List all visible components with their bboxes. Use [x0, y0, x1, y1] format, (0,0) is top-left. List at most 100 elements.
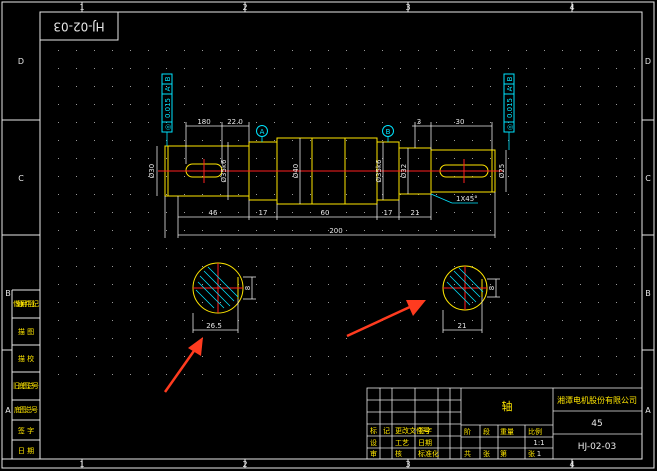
- grid-dot: [274, 158, 275, 159]
- grid-dot: [274, 320, 275, 321]
- grid-dot: [130, 104, 131, 105]
- grid-dot: [76, 140, 77, 141]
- grid-dot: [544, 338, 545, 339]
- grid-dot: [580, 158, 581, 159]
- grid-dot: [382, 86, 383, 87]
- grid-dot: [544, 86, 545, 87]
- svg-text:B: B: [386, 128, 391, 136]
- grid-dot: [166, 212, 167, 213]
- grid-dot: [616, 212, 617, 213]
- svg-text:段: 段: [483, 427, 490, 436]
- grid-dot: [166, 338, 167, 339]
- grid-dot: [544, 122, 545, 123]
- grid-dot: [598, 104, 599, 105]
- grid-dot: [256, 176, 257, 177]
- grid-dot: [526, 194, 527, 195]
- grid-dot: [292, 86, 293, 87]
- grid-dot: [94, 86, 95, 87]
- grid-dot: [382, 284, 383, 285]
- grid-dot: [220, 338, 221, 339]
- strip-label-date: 日 期: [18, 447, 34, 455]
- grid-dot: [220, 284, 221, 285]
- grid-dot: [400, 338, 401, 339]
- dim-dia35-right: Ø35k6: [375, 159, 383, 182]
- grid-dot: [238, 158, 239, 159]
- grid-dot: [418, 320, 419, 321]
- grid-dot: [310, 248, 311, 249]
- grid-dot: [94, 176, 95, 177]
- drawing-canvas[interactable]: HJ-02-03 1 2 3 4 1 2 3 4 D C B A D C B A…: [0, 0, 657, 471]
- grid-dot: [292, 50, 293, 51]
- grid-dot: [400, 122, 401, 123]
- shaft-front-view: [158, 137, 503, 205]
- border-num-bottom-3: 3: [405, 460, 410, 469]
- grid-dot: [400, 248, 401, 249]
- grid-dot: [202, 230, 203, 231]
- grid-dot: [580, 122, 581, 123]
- grid-dot: [130, 194, 131, 195]
- grid-dot: [220, 86, 221, 87]
- grid-dot: [238, 248, 239, 249]
- grid-dot: [148, 248, 149, 249]
- grid-dot: [58, 320, 59, 321]
- grid-dot: [526, 212, 527, 213]
- grid-dot: [220, 194, 221, 195]
- grid-dot: [220, 140, 221, 141]
- grid-dot: [364, 374, 365, 375]
- grid-dot: [76, 194, 77, 195]
- grid-dot: [184, 320, 185, 321]
- grid-dot: [292, 122, 293, 123]
- sec2-width: 8: [488, 286, 496, 290]
- grid-dot: [202, 302, 203, 303]
- grid-dot: [526, 176, 527, 177]
- grid-dot: [148, 320, 149, 321]
- grid-dot: [310, 194, 311, 195]
- grid-dot: [292, 302, 293, 303]
- border-num-top-2: 2: [242, 3, 247, 12]
- grid-dot: [526, 122, 527, 123]
- grid-dot: [454, 320, 455, 321]
- grid-dot: [436, 176, 437, 177]
- grid-dot: [634, 68, 635, 69]
- grid-dot: [202, 140, 203, 141]
- grid-dot: [76, 122, 77, 123]
- grid-dot: [256, 284, 257, 285]
- grid-dot: [256, 50, 257, 51]
- grid-dot: [148, 68, 149, 69]
- grid-dot: [526, 104, 527, 105]
- grid-dot: [598, 86, 599, 87]
- grid-dot: [454, 338, 455, 339]
- grid-dot: [346, 68, 347, 69]
- grid-dot: [328, 266, 329, 267]
- grid-dot: [256, 86, 257, 87]
- grid-dot: [508, 50, 509, 51]
- border-letter-right-d: D: [645, 57, 651, 66]
- grid-dot: [310, 104, 311, 105]
- grid-dot: [598, 176, 599, 177]
- grid-dot: [526, 158, 527, 159]
- grid-dot: [346, 158, 347, 159]
- grid-dot: [490, 248, 491, 249]
- grid-dot: [364, 194, 365, 195]
- grid-dot: [292, 248, 293, 249]
- grid-dot: [526, 320, 527, 321]
- grid-dot: [112, 338, 113, 339]
- grid-dot: [400, 212, 401, 213]
- grid-dot: [346, 248, 347, 249]
- grid-dot: [598, 320, 599, 321]
- grid-dot: [364, 212, 365, 213]
- grid-dot: [400, 86, 401, 87]
- grid-dot: [148, 356, 149, 357]
- border-num-top-3: 3: [405, 3, 410, 12]
- grid-dot: [598, 284, 599, 285]
- grid-dot: [292, 356, 293, 357]
- grid-dot: [274, 356, 275, 357]
- grid-dot: [616, 140, 617, 141]
- grid-dot: [112, 176, 113, 177]
- grid-dot: [130, 356, 131, 357]
- grid-dot: [58, 140, 59, 141]
- grid-dot: [184, 176, 185, 177]
- grid-dot: [454, 374, 455, 375]
- grid-dot: [508, 68, 509, 69]
- grid-dot: [202, 158, 203, 159]
